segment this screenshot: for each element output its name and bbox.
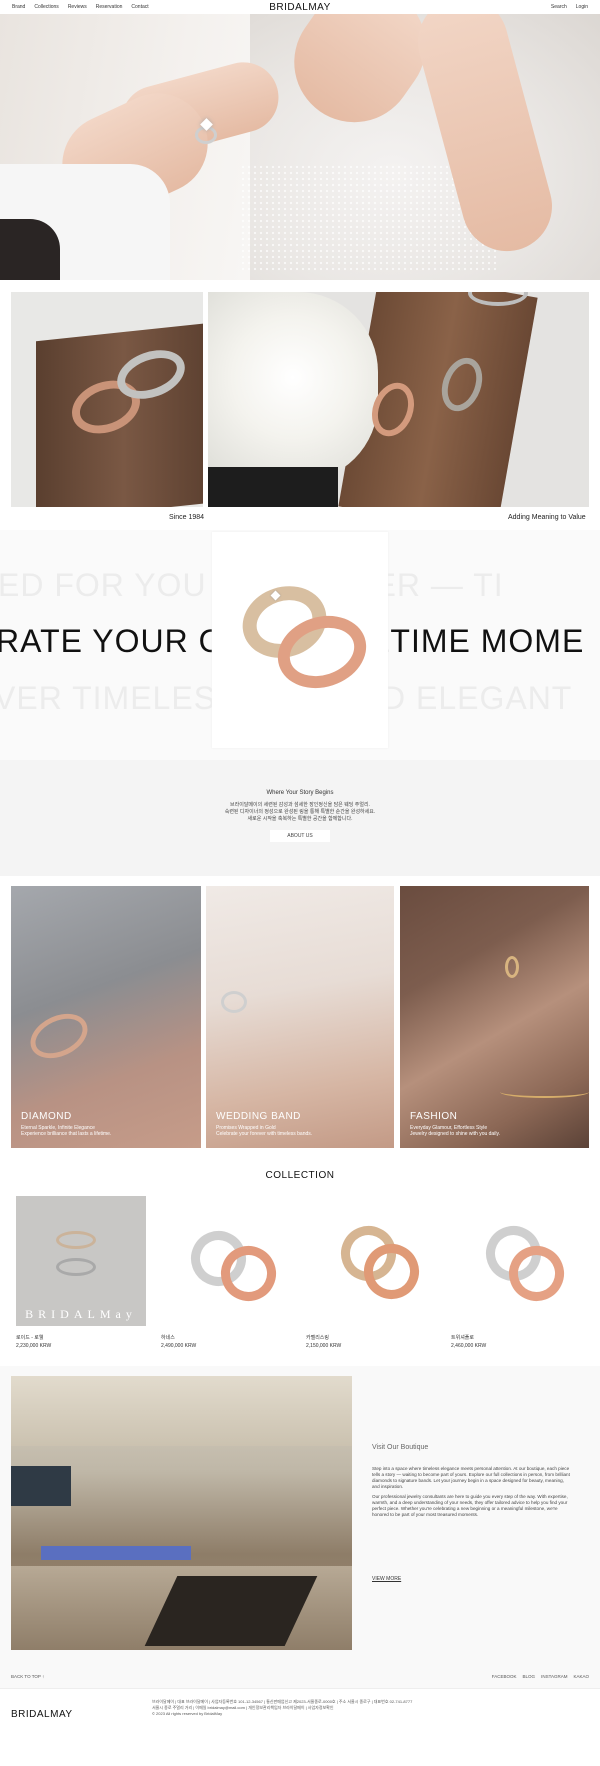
product-image[interactable] [451, 1196, 581, 1326]
category-fashion[interactable]: FASHION Everyday Glamour, Effortless Sty… [400, 886, 589, 1148]
necklace-icon [500, 1086, 589, 1098]
product-price: 2,150,000 KRW [306, 1343, 342, 1349]
category-wedding-band[interactable]: WEDDING BAND Promises Wrapped in Gold Ce… [206, 886, 394, 1148]
boutique-text: Step into a space where timeless eleganc… [372, 1466, 572, 1522]
nav-contact[interactable]: Contact [131, 4, 148, 10]
about-text-line-2: 숙련된 디자이너의 정성으로 완성된 링을 통해 특별한 순간을 완성하세요. [224, 809, 376, 815]
product-image[interactable] [161, 1196, 291, 1326]
footer-strip: BACK TO TOP ↑ FACEBOOK BLOG INSTAGRAM KA… [0, 1666, 600, 1688]
boutique-photo [11, 1376, 352, 1650]
back-to-top-link[interactable]: BACK TO TOP ↑ [11, 1674, 44, 1679]
about-title: Where Your Story Begins [266, 790, 334, 796]
social-links: FACEBOOK BLOG INSTAGRAM KAKAO [492, 1674, 589, 1679]
white-flower [208, 292, 378, 482]
category-diamond-sub: Eternal Sparkle, Infinite Elegance Exper… [21, 1125, 111, 1137]
nav-brand[interactable]: Brand [12, 4, 25, 10]
product-price: 2,490,000 KRW [161, 1343, 197, 1349]
earring-icon [505, 956, 519, 978]
view-more-link[interactable]: VIEW MORE [372, 1576, 401, 1582]
about-text: 브라이달메이의 세련된 감성과 섬세한 장인정신을 담은 웨딩 주얼리. 숙련된… [150, 802, 450, 823]
marquee-section: ED FOR YOU — FOREVER — TI RATE YOUR ON F… [0, 530, 600, 760]
brand-watermark: BRIDALMay [25, 1307, 137, 1321]
category-fashion-sub: Everyday Glamour, Effortless Style Jewel… [410, 1125, 500, 1137]
blog-link[interactable]: BLOG [523, 1674, 536, 1679]
product-image[interactable] [306, 1196, 436, 1326]
boutique-paragraph-2: Our professional jewelry consultants are… [372, 1494, 568, 1517]
footer-logo: BRIDALMAY [11, 1709, 73, 1720]
instagram-link[interactable]: INSTAGRAM [541, 1674, 567, 1679]
display-case [41, 1546, 191, 1560]
nav-reservation[interactable]: Reservation [96, 4, 123, 10]
category-wedding-band-sub: Promises Wrapped in Gold Celebrate your … [216, 1125, 312, 1137]
photo-rings-on-wood [11, 292, 203, 507]
featured-ring-card[interactable] [212, 532, 388, 748]
kakao-link[interactable]: KAKAO [573, 1674, 589, 1679]
nav-collections[interactable]: Collections [34, 4, 58, 10]
main-nav: Brand Collections Reviews Reservation Co… [12, 4, 149, 10]
about-us-button[interactable]: ABOUT US [270, 830, 330, 842]
category-diamond[interactable]: DIAMOND Eternal Sparkle, Infinite Elegan… [11, 886, 201, 1148]
boutique-paragraph-1: Step into a space where timeless eleganc… [372, 1466, 570, 1489]
about-text-line-1: 브라이달메이의 세련된 감성과 섬세한 장인정신을 담은 웨딩 주얼리. [230, 802, 370, 808]
product-price: 2,460,000 KRW [451, 1343, 487, 1349]
shop-window [11, 1466, 71, 1506]
hero-groom-suit [0, 219, 60, 280]
hero-image [0, 14, 600, 280]
product-name[interactable]: 트위셔플로 [451, 1334, 581, 1341]
category-fashion-title: FASHION [410, 1111, 458, 1122]
product-card[interactable]: 트위셔플로 2,460,000 KRW [451, 1196, 581, 1349]
category-wedding-band-title: WEDDING BAND [216, 1111, 301, 1122]
nav-reviews[interactable]: Reviews [68, 4, 87, 10]
footer-info: 브라이달메이 | 대표 브라이달메이 | 사업자등록번호 101-12-3456… [152, 1699, 482, 1717]
site-header: Brand Collections Reviews Reservation Co… [0, 0, 600, 14]
diamond-ring-icon [23, 1005, 95, 1067]
login-link[interactable]: Login [576, 4, 588, 10]
product-name[interactable]: 하네스 [161, 1334, 291, 1341]
category-fashion-sub-2: Jewelry designed to shine with you daily… [410, 1131, 500, 1137]
search-link[interactable]: Search [551, 4, 567, 10]
product-card[interactable]: 하네스 2,490,000 KRW [161, 1196, 291, 1349]
photo-rings-with-flower [208, 292, 589, 507]
facebook-link[interactable]: FACEBOOK [492, 1674, 517, 1679]
about-text-line-3: 새로운 시작을 축복하는 특별한 공간을 함께합니다. [247, 816, 353, 822]
about-section: Where Your Story Begins 브라이달메이의 세련된 감성과 … [0, 760, 600, 876]
product-name[interactable]: 로이드 - 로웰 [16, 1334, 146, 1341]
product-card[interactable]: BRIDALMay 로이드 - 로웰 2,230,000 KRW [16, 1196, 146, 1349]
category-wedding-band-sub-2: Celebrate your forever with timeless ban… [216, 1131, 313, 1137]
footer-copyright: © 2023 All rights reserved by BridalMay [152, 1711, 223, 1716]
caption-meaning: Adding Meaning to Value [508, 514, 586, 521]
category-diamond-title: DIAMOND [21, 1111, 72, 1122]
wedding-band-ring-icon [221, 991, 247, 1013]
ring-icon [56, 1231, 96, 1249]
product-image[interactable]: BRIDALMay [16, 1196, 146, 1326]
boutique-title: Visit Our Boutique [372, 1444, 429, 1451]
caption-since: Since 1984 [169, 514, 205, 521]
site-footer: BRIDALMAY 브라이달메이 | 대표 브라이달메이 | 사업자등록번호 1… [0, 1688, 600, 1766]
shop-ceiling [11, 1376, 352, 1446]
product-price: 2,230,000 KRW [16, 1343, 52, 1349]
ring-icon [56, 1258, 96, 1276]
dark-corner [208, 467, 338, 507]
boutique-section: Visit Our Boutique Step into a space whe… [0, 1366, 600, 1666]
product-name[interactable]: 카멜리스링 [306, 1334, 436, 1341]
category-diamond-sub-2: Experience brilliance that lasts a lifet… [21, 1131, 112, 1137]
product-card[interactable]: 카멜리스링 2,150,000 KRW [306, 1196, 436, 1349]
collection-title: COLLECTION [265, 1170, 335, 1181]
